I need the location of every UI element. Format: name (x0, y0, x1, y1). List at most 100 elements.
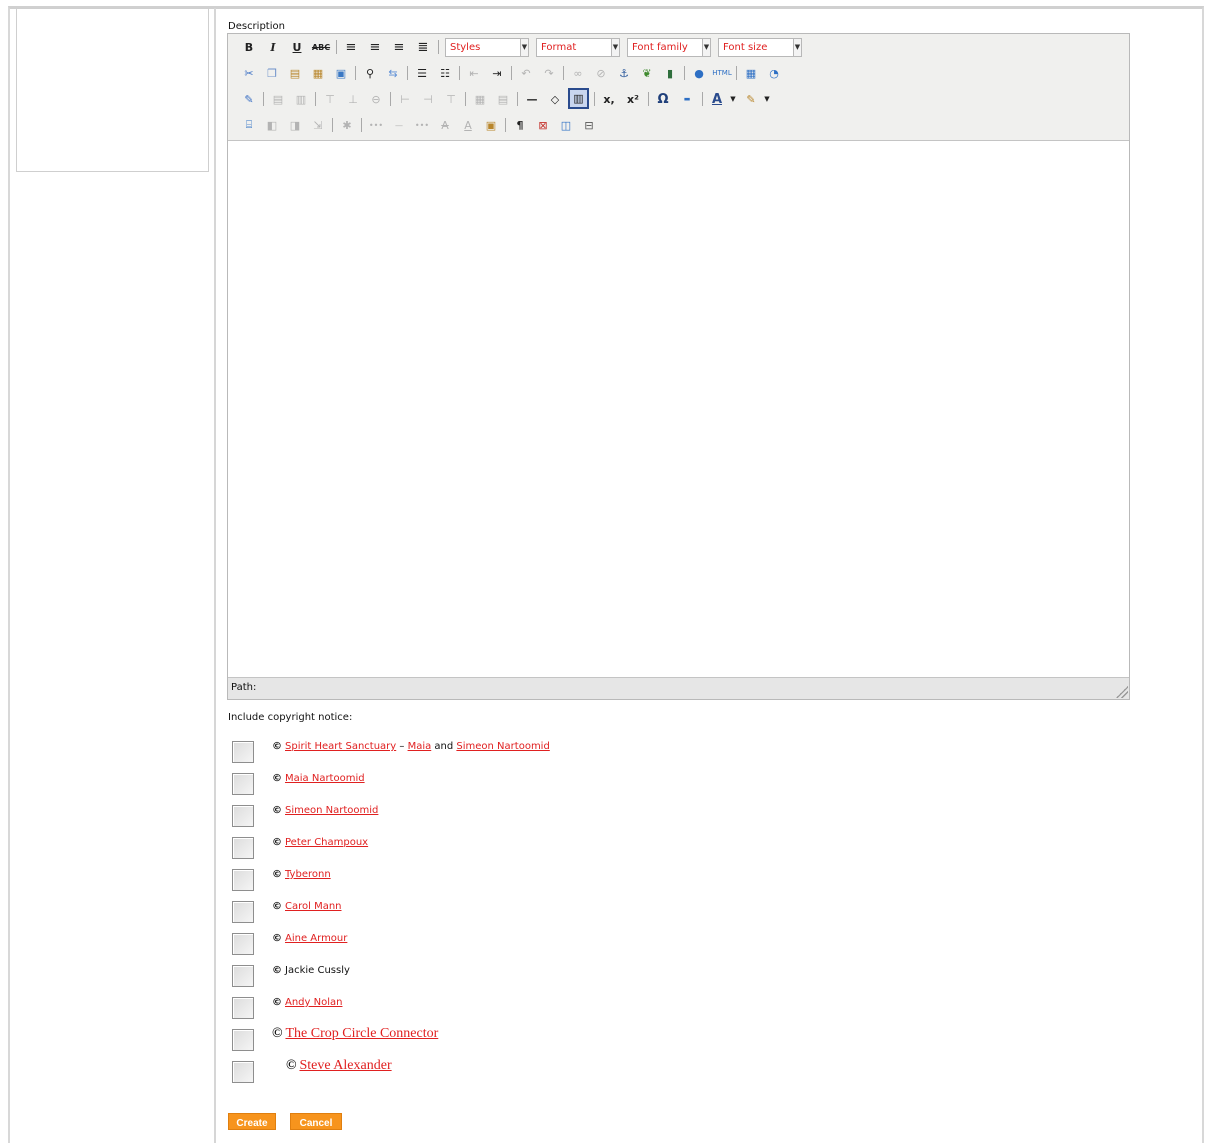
author-link[interactable]: Tyberonn (285, 869, 331, 880)
paste-icon[interactable]: ▤ (286, 64, 304, 82)
notice-checkbox[interactable] (232, 741, 254, 763)
insert-time-icon[interactable]: ◔ (765, 64, 783, 82)
numbered-list-icon[interactable]: ☷ (436, 64, 454, 82)
notice-checkbox[interactable] (232, 837, 254, 859)
cite-icon[interactable]: ••• (367, 116, 385, 134)
visual-aid-icon[interactable]: ▥ (568, 88, 589, 109)
merge-cells-icon[interactable]: ▤ (494, 90, 512, 108)
cancel-button[interactable]: Cancel (290, 1113, 342, 1130)
chevron-down-icon[interactable]: ▼ (724, 90, 742, 108)
notice-checkbox[interactable] (232, 869, 254, 891)
visual-chars-icon[interactable]: ⊠ (534, 116, 552, 134)
move-forward-icon[interactable]: ◧ (263, 116, 281, 134)
help-icon[interactable]: ● (690, 64, 708, 82)
insert-col-before-icon[interactable]: ⊢ (396, 90, 414, 108)
table-row-props-icon[interactable]: ▤ (269, 90, 287, 108)
notice-checkbox[interactable] (232, 901, 254, 923)
align-left-icon[interactable]: ≡ (342, 38, 360, 56)
insert-date-icon[interactable]: ▦ (742, 64, 760, 82)
insert-col-after-icon[interactable]: ⊣ (419, 90, 437, 108)
chevron-down-icon[interactable]: ▼ (702, 38, 711, 57)
replace-icon[interactable]: ⇆ (384, 64, 402, 82)
author-link[interactable]: Aine Armour (285, 933, 347, 944)
styleprops-icon[interactable]: ✱ (338, 116, 356, 134)
page-break-icon[interactable]: ⊟ (580, 116, 598, 134)
anchor-icon[interactable]: ⚓ (615, 64, 633, 82)
insert-row-before-icon[interactable]: ⊤ (321, 90, 339, 108)
align-right-icon[interactable]: ≡ (390, 38, 408, 56)
author-link[interactable]: Maia (408, 741, 432, 752)
author-link[interactable]: Spirit Heart Sanctuary (285, 741, 396, 752)
author-link[interactable]: Peter Champoux (285, 837, 368, 848)
special-char-icon[interactable]: Ω (654, 90, 672, 108)
emotions-icon[interactable]: ▬ (678, 90, 696, 108)
notice-checkbox[interactable] (232, 933, 254, 955)
align-justify-icon[interactable]: ≣ (414, 38, 432, 56)
find-icon[interactable]: ⚲ (361, 64, 379, 82)
notice-checkbox[interactable] (232, 997, 254, 1019)
edit-icon[interactable]: ✎ (240, 90, 258, 108)
align-center-icon[interactable]: ≡ (366, 38, 384, 56)
show-blocks-icon[interactable]: ¶ (511, 116, 529, 134)
notice-checkbox[interactable] (232, 773, 254, 795)
delete-row-icon[interactable]: ⊖ (367, 90, 385, 108)
attributes-icon[interactable]: ▣ (482, 116, 500, 134)
notice-checkbox[interactable] (232, 805, 254, 827)
styles-select[interactable]: Styles ▼ (445, 38, 529, 57)
superscript-icon[interactable]: x² (624, 90, 642, 108)
bold-button[interactable]: B (240, 38, 258, 56)
paste-word-icon[interactable]: ▣ (332, 64, 350, 82)
outdent-icon[interactable]: ⇤ (465, 64, 483, 82)
insert-layer-icon[interactable]: ⌸ (240, 116, 258, 134)
acronym-icon[interactable]: ••• (413, 116, 431, 134)
redo-icon[interactable]: ↷ (540, 64, 558, 82)
template-icon[interactable]: ◫ (557, 116, 575, 134)
author-link[interactable]: The Crop Circle Connector (285, 1026, 438, 1041)
copy-icon[interactable]: ❐ (263, 64, 281, 82)
chevron-down-icon[interactable]: ▼ (758, 90, 776, 108)
indent-icon[interactable]: ⇥ (488, 64, 506, 82)
undo-icon[interactable]: ↶ (517, 64, 535, 82)
notice-checkbox[interactable] (232, 965, 254, 987)
notice-checkbox[interactable] (232, 1029, 254, 1051)
author-link[interactable]: Simeon Nartoomid (285, 805, 378, 816)
notice-checkbox[interactable] (232, 1061, 254, 1083)
horizontal-rule-icon[interactable]: — (523, 90, 541, 108)
move-backward-icon[interactable]: ◨ (286, 116, 304, 134)
cut-icon[interactable]: ✂ (240, 64, 258, 82)
image-icon[interactable]: ❦ (638, 64, 656, 82)
chevron-down-icon[interactable]: ▼ (611, 38, 620, 57)
editor-content-area[interactable] (228, 141, 1129, 677)
paste-text-icon[interactable]: ▦ (309, 64, 327, 82)
author-link[interactable]: Maia Nartoomid (285, 773, 365, 784)
insert-row-after-icon[interactable]: ⊥ (344, 90, 362, 108)
unlink-icon[interactable]: ⊘ (592, 64, 610, 82)
link-icon[interactable]: ∞ (569, 64, 587, 82)
insert-text-icon[interactable]: A (459, 116, 477, 134)
font-size-select[interactable]: Font size ▼ (718, 38, 802, 57)
font-family-select[interactable]: Font family ▼ (627, 38, 711, 57)
abbr-icon[interactable]: — (390, 116, 408, 134)
split-cells-icon[interactable]: ▦ (471, 90, 489, 108)
author-link[interactable]: Andy Nolan (285, 997, 342, 1008)
author-link[interactable]: Steve Alexander (299, 1058, 391, 1073)
author-link[interactable]: Simeon Nartoomid (456, 741, 549, 752)
underline-button[interactable]: U (288, 38, 306, 56)
resize-handle-icon[interactable] (1116, 686, 1128, 698)
subscript-icon[interactable]: x, (600, 90, 618, 108)
italic-button[interactable]: I (264, 38, 282, 56)
chevron-down-icon[interactable]: ▼ (793, 38, 802, 57)
delete-col-icon[interactable]: ⊤ (442, 90, 460, 108)
bullet-list-icon[interactable]: ☰ (413, 64, 431, 82)
strikethrough-button[interactable]: ABC (312, 38, 330, 56)
create-button[interactable]: Create (228, 1113, 276, 1130)
delete-text-icon[interactable]: A (436, 116, 454, 134)
html-source-icon[interactable]: HTML (712, 64, 731, 82)
chevron-down-icon[interactable]: ▼ (520, 38, 529, 57)
format-select[interactable]: Format ▼ (536, 38, 620, 57)
author-link[interactable]: Carol Mann (285, 901, 342, 912)
media-icon[interactable]: ▮ (661, 64, 679, 82)
remove-format-icon[interactable]: ◇ (546, 90, 564, 108)
absolute-position-icon[interactable]: ⇲ (309, 116, 327, 134)
table-cell-props-icon[interactable]: ▥ (292, 90, 310, 108)
